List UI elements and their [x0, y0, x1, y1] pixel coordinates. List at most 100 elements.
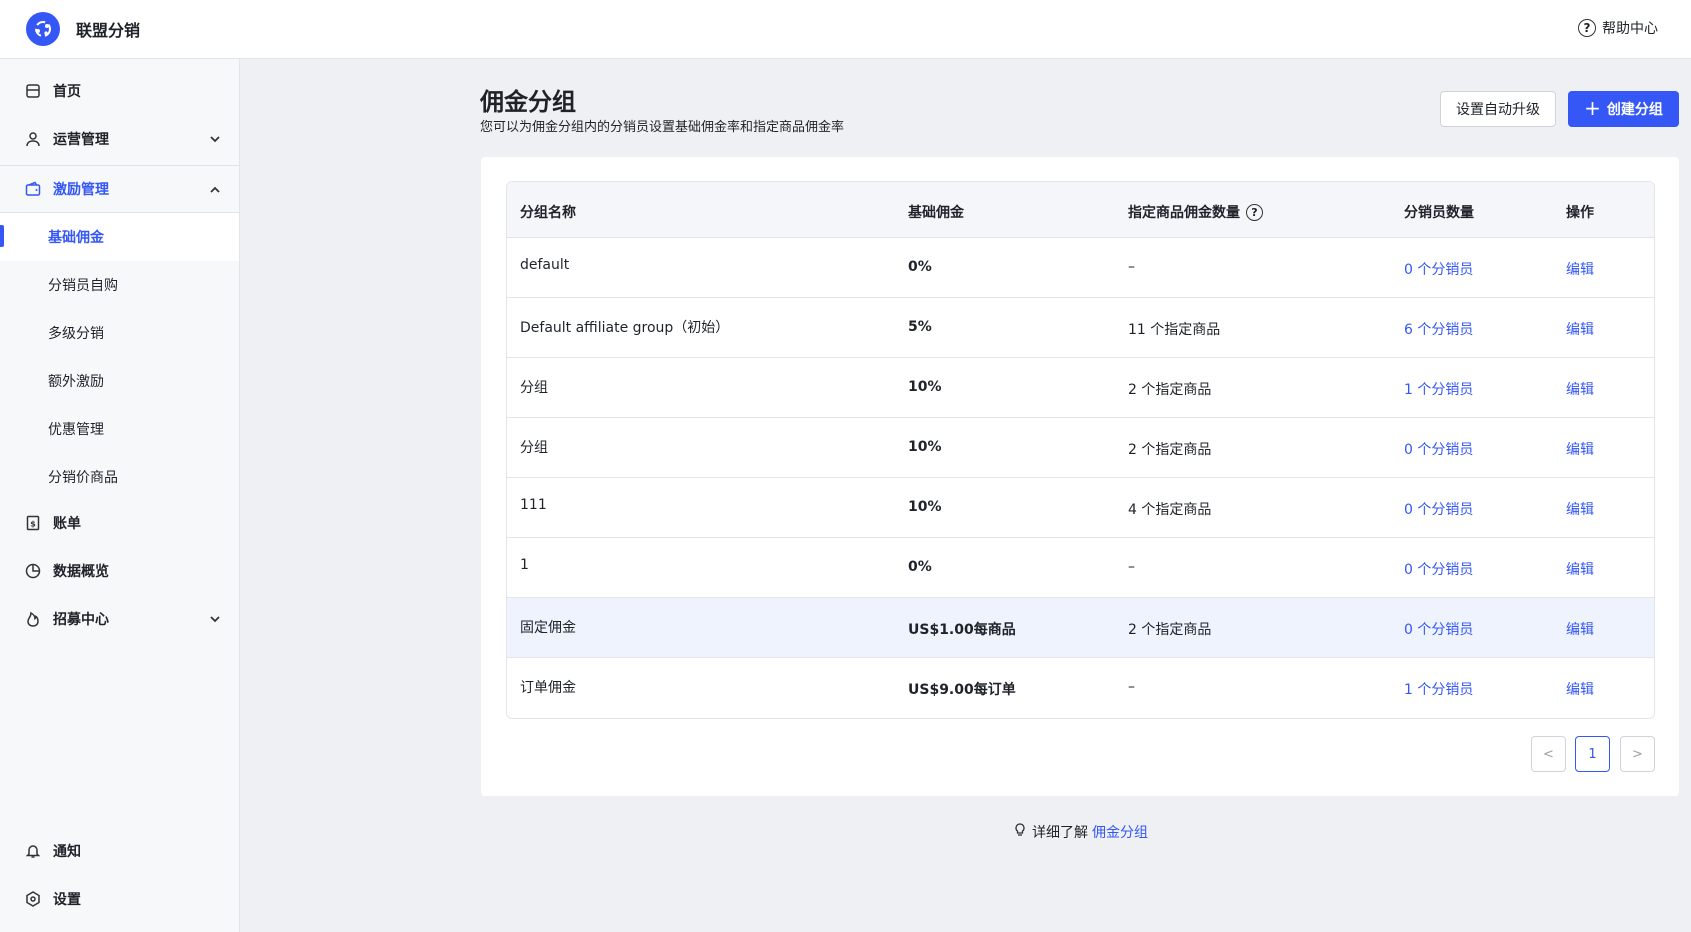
help-center-label: 帮助中心	[1602, 21, 1658, 37]
learn-more-link[interactable]: 佣金分组	[1092, 822, 1148, 842]
table-row: 111 10% 4 个指定商品 0 个分销员 编辑	[507, 478, 1654, 538]
pagination-page-1[interactable]: 1	[1575, 736, 1610, 772]
base-commission: US$9.00每订单	[908, 682, 1016, 698]
base-commission: 5%	[908, 319, 932, 335]
edit-link[interactable]: 编辑	[1566, 259, 1594, 279]
chevron-down-icon	[210, 616, 220, 623]
group-name: Default affiliate group（初始）	[520, 320, 730, 336]
sidebar-subitem-affiliate-price-products[interactable]: 分销价商品	[0, 453, 239, 501]
sidebar-item-notifications[interactable]: 通知	[0, 827, 239, 875]
lightbulb-icon	[1012, 822, 1028, 842]
sidebar-subitem-base-commission[interactable]: 基础佣金	[0, 213, 239, 261]
sidebar-item-label: 运营管理	[53, 132, 109, 148]
edit-link[interactable]: 编辑	[1566, 379, 1594, 399]
edit-link[interactable]: 编辑	[1566, 319, 1594, 339]
affiliate-count-link[interactable]: 0 个分销员	[1404, 559, 1473, 579]
header-specified-products: 指定商品佣金数量 ?	[1128, 202, 1263, 222]
table-row: 分组 10% 2 个指定商品 0 个分销员 编辑	[507, 418, 1654, 478]
affiliate-count-link[interactable]: 1 个分销员	[1404, 379, 1473, 399]
sidebar-item-recruitment[interactable]: 招募中心	[0, 595, 239, 643]
affiliate-count-link[interactable]: 6 个分销员	[1404, 319, 1473, 339]
sidebar-item-label: 账单	[53, 516, 81, 532]
specified-products: 2 个指定商品	[1128, 442, 1212, 458]
sidebar-item-data-overview[interactable]: 数据概览	[0, 547, 239, 595]
sidebar: 首页 运营管理 激励管理 基础佣金 分销员自购 多级分销 额外激励 优惠管理 分…	[0, 59, 240, 932]
sidebar-item-label: 招募中心	[53, 612, 109, 628]
header-affiliate-count: 分销员数量	[1404, 205, 1474, 221]
specified-products: –	[1128, 259, 1135, 275]
sidebar-item-label: 数据概览	[53, 564, 109, 580]
sidebar-subitem-discounts[interactable]: 优惠管理	[0, 405, 239, 453]
group-name: 分组	[520, 440, 548, 456]
wallet-icon	[25, 181, 41, 197]
group-name: 111	[520, 497, 547, 513]
base-commission: 10%	[908, 499, 942, 515]
commission-groups-card: 分组名称 基础佣金 指定商品佣金数量 ? 分销员数量 操作 default 0%…	[481, 157, 1679, 796]
pagination-prev-button[interactable]: <	[1531, 736, 1566, 772]
table-row: 1 0% – 0 个分销员 编辑	[507, 538, 1654, 598]
table-row: Default affiliate group（初始） 5% 11 个指定商品 …	[507, 298, 1654, 358]
group-name: 固定佣金	[520, 620, 576, 636]
pagination-next-button[interactable]: >	[1620, 736, 1655, 772]
header-base-commission: 基础佣金	[908, 205, 964, 221]
edit-link[interactable]: 编辑	[1566, 499, 1594, 519]
sidebar-item-label: 激励管理	[53, 182, 109, 198]
sidebar-item-label: 首页	[53, 84, 81, 100]
sidebar-item-home[interactable]: 首页	[0, 67, 239, 115]
specified-products: 2 个指定商品	[1128, 382, 1212, 398]
help-center-link[interactable]: ? 帮助中心	[1578, 18, 1658, 38]
affiliate-count-link[interactable]: 0 个分销员	[1404, 619, 1473, 639]
table-header: 分组名称 基础佣金 指定商品佣金数量 ? 分销员数量 操作	[507, 182, 1654, 238]
pie-chart-icon	[25, 563, 41, 579]
chevron-up-icon	[210, 186, 220, 193]
edit-link[interactable]: 编辑	[1566, 619, 1594, 639]
commission-groups-table: 分组名称 基础佣金 指定商品佣金数量 ? 分销员数量 操作 default 0%…	[506, 181, 1655, 719]
receipt-icon: $	[25, 515, 41, 531]
group-name: 分组	[520, 380, 548, 396]
affiliate-count-link[interactable]: 0 个分销员	[1404, 439, 1473, 459]
base-commission: 10%	[908, 439, 942, 455]
sidebar-item-label: 通知	[53, 844, 81, 860]
chevron-down-icon	[210, 136, 220, 143]
header-group-name: 分组名称	[520, 205, 576, 221]
learn-more: 详细了解 佣金分组	[1012, 822, 1148, 842]
sidebar-item-settings[interactable]: 设置	[0, 875, 239, 923]
app-name: 联盟分销	[76, 21, 141, 40]
app-logo-icon	[26, 12, 60, 46]
page-description: 您可以为佣金分组内的分销员设置基础佣金率和指定商品佣金率	[480, 120, 845, 135]
top-bar: 联盟分销 ? 帮助中心	[0, 0, 1691, 59]
edit-link[interactable]: 编辑	[1566, 439, 1594, 459]
specified-products: –	[1128, 559, 1135, 575]
create-group-label: 创建分组	[1606, 102, 1663, 118]
affiliate-count-link[interactable]: 0 个分销员	[1404, 259, 1473, 279]
group-name: default	[520, 257, 570, 273]
sidebar-item-bills[interactable]: $ 账单	[0, 499, 239, 547]
sidebar-subitem-multi-level[interactable]: 多级分销	[0, 309, 239, 357]
sidebar-item-label: 设置	[53, 892, 81, 908]
table-row: default 0% – 0 个分销员 编辑	[507, 238, 1654, 298]
sidebar-item-operations[interactable]: 运营管理	[0, 115, 239, 163]
auto-upgrade-button[interactable]: 设置自动升级	[1440, 91, 1556, 127]
base-commission: 0%	[908, 559, 932, 575]
question-circle-icon: ?	[1578, 19, 1596, 37]
edit-link[interactable]: 编辑	[1566, 559, 1594, 579]
affiliate-count-link[interactable]: 1 个分销员	[1404, 679, 1473, 699]
table-row: 订单佣金 US$9.00每订单 – 1 个分销员 编辑	[507, 658, 1654, 718]
header-actions: 操作	[1566, 205, 1594, 221]
page-title: 佣金分组	[480, 88, 576, 116]
sidebar-subitem-self-purchase[interactable]: 分销员自购	[0, 261, 239, 309]
question-circle-icon[interactable]: ?	[1246, 203, 1263, 221]
base-commission: 0%	[908, 259, 932, 275]
sidebar-item-incentives[interactable]: 激励管理	[0, 165, 239, 213]
table-row: 固定佣金 US$1.00每商品 2 个指定商品 0 个分销员 编辑	[507, 598, 1654, 658]
fire-icon	[25, 611, 41, 627]
store-icon	[25, 83, 41, 99]
base-commission: 10%	[908, 379, 942, 395]
header-specified-products-label: 指定商品佣金数量	[1128, 205, 1240, 221]
settings-icon	[25, 891, 41, 907]
create-group-button[interactable]: + 创建分组	[1568, 91, 1679, 127]
user-icon	[25, 131, 41, 147]
edit-link[interactable]: 编辑	[1566, 679, 1594, 699]
sidebar-subitem-extra-incentive[interactable]: 额外激励	[0, 357, 239, 405]
affiliate-count-link[interactable]: 0 个分销员	[1404, 499, 1473, 519]
